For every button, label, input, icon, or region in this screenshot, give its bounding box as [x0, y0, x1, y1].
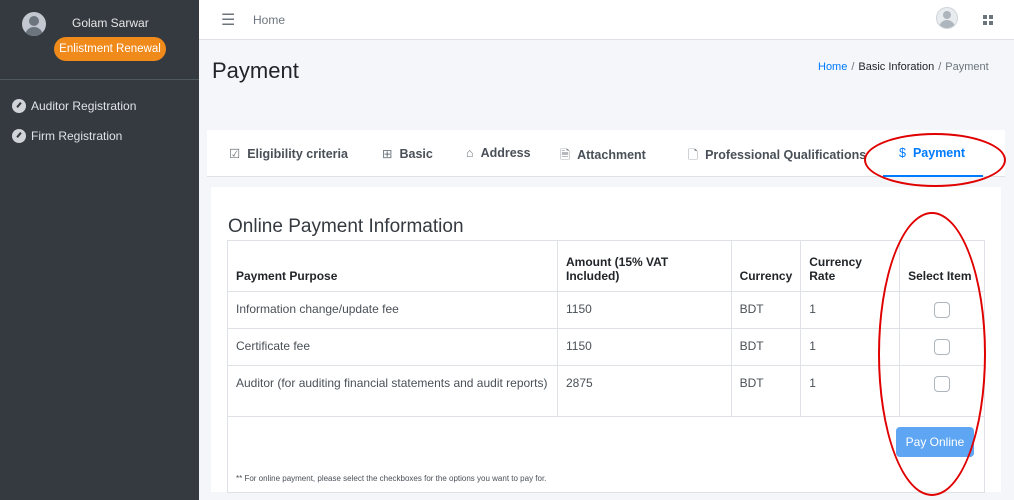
tab-label: Eligibility criteria	[247, 147, 348, 161]
rate-cell: 1	[800, 291, 901, 329]
grid-icon[interactable]	[983, 15, 993, 25]
user-avatar-icon[interactable]	[22, 12, 46, 36]
section-title: Online Payment Information	[228, 216, 464, 237]
purpose-cell: Certificate fee	[227, 328, 558, 366]
sidebar-item-label: Firm Registration	[31, 129, 123, 143]
hamburger-icon[interactable]: ☰	[221, 10, 235, 30]
currency-cell: BDT	[730, 291, 802, 329]
select-cell	[899, 328, 985, 366]
tab-label: Basic	[399, 147, 433, 161]
breadcrumb-home[interactable]: Home	[818, 61, 847, 73]
table-row: Auditor (for auditing financial statemen…	[227, 365, 985, 417]
rate-cell: 1	[800, 328, 901, 366]
grid-icon: ⊞	[382, 147, 393, 161]
dashboard-icon	[12, 99, 26, 113]
sidebar-item-firm-registration[interactable]: Firm Registration	[12, 126, 122, 146]
table-footer-row: ** For online payment, please select the…	[227, 416, 985, 493]
select-checkbox[interactable]	[934, 376, 951, 392]
table-header-row: Payment Purpose Amount (15% VAT Included…	[227, 240, 985, 292]
user-name[interactable]: Golam Sarwar	[72, 16, 149, 30]
breadcrumb-basic-information[interactable]: Basic Inforation	[858, 61, 934, 73]
tab-label: Payment	[912, 146, 966, 160]
column-header: Payment Purpose	[227, 240, 558, 292]
currency-cell: BDT	[730, 365, 802, 417]
amount-cell: 2875	[557, 365, 732, 417]
tab-basic[interactable]: ⊞ Basic	[382, 146, 433, 161]
sidebar: Golam Sarwar Enlistment Renewal Auditor …	[0, 0, 199, 500]
tab-address[interactable]: ⌂ Address	[466, 146, 531, 160]
breadcrumb-current: Payment	[945, 61, 989, 73]
payment-note: ** For online payment, please select the…	[236, 474, 547, 483]
top-home-link[interactable]: Home	[253, 13, 285, 27]
checkbox-icon: ☑	[229, 147, 241, 161]
top-navbar: ☰ Home	[199, 0, 1014, 40]
amount-cell: 1150	[557, 291, 732, 329]
page-title: Payment	[212, 58, 299, 83]
select-checkbox[interactable]	[934, 302, 951, 318]
sidebar-item-auditor-registration[interactable]: Auditor Registration	[12, 96, 136, 116]
home-icon: ⌂	[466, 146, 474, 160]
column-header: Currency	[730, 240, 802, 292]
table-row: Certificate fee 1150 BDT 1	[227, 328, 985, 366]
tab-label: Address	[480, 146, 531, 160]
breadcrumb: Home / Basic Inforation / Payment	[818, 61, 989, 73]
active-tab-indicator	[883, 175, 983, 177]
select-checkbox[interactable]	[934, 339, 951, 355]
footer-cell: ** For online payment, please select the…	[227, 416, 985, 493]
amount-cell: 1150	[557, 328, 732, 366]
file-icon: 🗋	[688, 148, 699, 162]
column-header: Select Item	[899, 240, 985, 292]
tab-label: Attachment	[577, 148, 646, 162]
tab-attachment[interactable]: 🗎 Attachment	[560, 146, 646, 167]
tab-professional-qualifications[interactable]: 🗋 Professional Qualifications	[688, 146, 866, 167]
payment-table: Payment Purpose Amount (15% VAT Included…	[227, 240, 985, 493]
user-panel: Golam Sarwar Enlistment Renewal	[0, 0, 199, 80]
select-cell	[899, 365, 985, 417]
select-cell	[899, 291, 985, 329]
user-icon[interactable]	[936, 7, 958, 29]
currency-cell: BDT	[730, 328, 802, 366]
dollar-icon: $	[899, 146, 906, 160]
pay-online-button[interactable]: Pay Online	[896, 427, 974, 457]
tab-payment[interactable]: $ Payment	[899, 146, 965, 160]
sidebar-item-label: Auditor Registration	[31, 99, 137, 113]
purpose-cell: Auditor (for auditing financial statemen…	[227, 365, 558, 417]
dashboard-icon	[12, 129, 26, 143]
column-header: Amount (15% VAT Included)	[557, 240, 732, 292]
file-image-icon: 🗎	[560, 148, 571, 162]
column-header: Currency Rate	[800, 240, 901, 292]
rate-cell: 1	[800, 365, 901, 417]
purpose-cell: Information change/update fee	[227, 291, 558, 329]
tab-label: Professional Qualifications	[705, 148, 867, 162]
enlistment-renewal-badge[interactable]: Enlistment Renewal	[54, 37, 166, 61]
tab-eligibility-criteria[interactable]: ☑ Eligibility criteria	[229, 146, 348, 161]
table-row: Information change/update fee 1150 BDT 1	[227, 291, 985, 329]
